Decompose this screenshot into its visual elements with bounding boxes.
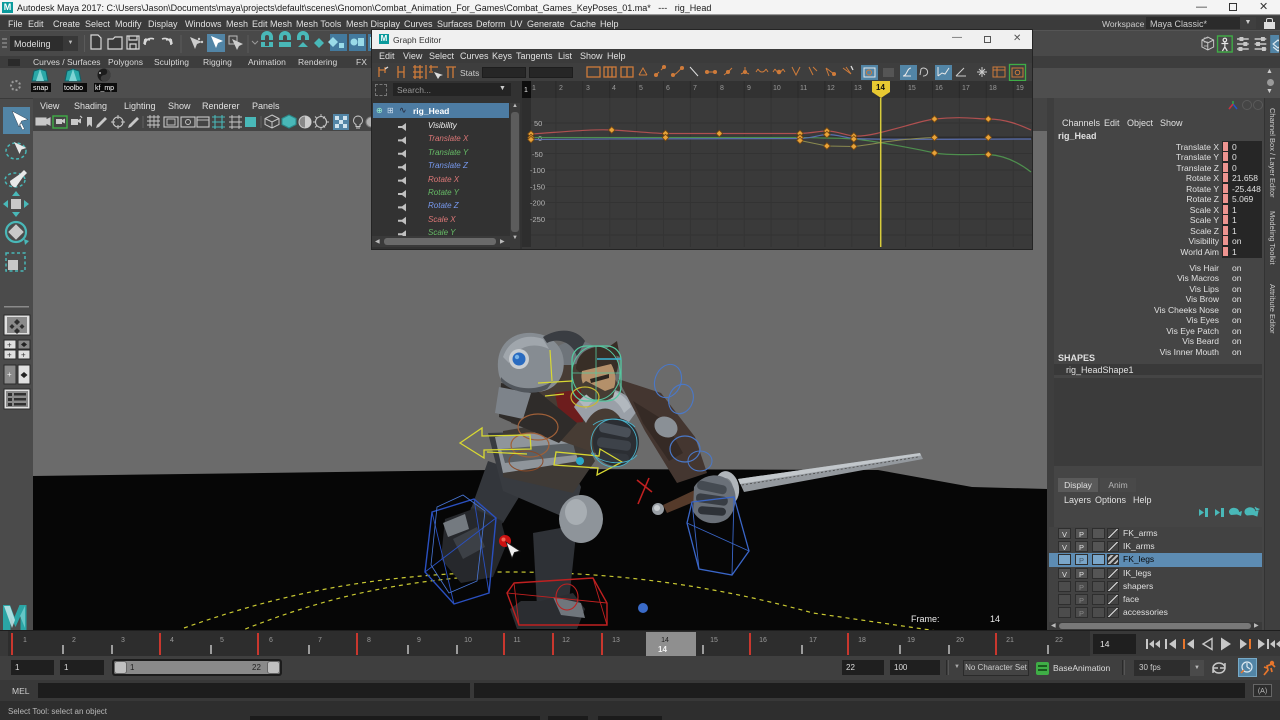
svg-text:7: 7: [693, 85, 697, 92]
svg-text:16: 16: [935, 85, 943, 92]
svg-text:13: 13: [854, 85, 862, 92]
svg-text:2: 2: [559, 85, 563, 92]
svg-text:19: 19: [907, 637, 915, 644]
svg-text:3: 3: [586, 85, 590, 92]
svg-text:14: 14: [876, 83, 885, 92]
svg-text:21: 21: [1006, 637, 1014, 644]
svg-text:20: 20: [956, 637, 964, 644]
svg-text:8: 8: [720, 85, 724, 92]
svg-text:12: 12: [562, 637, 570, 644]
svg-text:8: 8: [367, 637, 371, 644]
svg-text:-50: -50: [532, 150, 543, 159]
svg-text:14: 14: [658, 645, 667, 654]
svg-text:19: 19: [1016, 85, 1024, 92]
svg-text:10: 10: [773, 85, 781, 92]
svg-text:6: 6: [269, 637, 273, 644]
svg-text:snap: snap: [33, 85, 48, 92]
svg-text:0: 0: [538, 134, 542, 143]
svg-text:Frame:: Frame:: [911, 614, 940, 624]
svg-text:4: 4: [170, 637, 174, 644]
svg-text:1: 1: [23, 637, 27, 644]
svg-text:14: 14: [990, 614, 1000, 624]
svg-text:11: 11: [513, 637, 520, 644]
svg-text:kf_mp: kf_mp: [95, 85, 114, 92]
svg-text:toolbo: toolbo: [64, 85, 83, 92]
svg-text:18: 18: [989, 85, 997, 92]
svg-text:9: 9: [747, 85, 751, 92]
svg-text:4: 4: [612, 85, 616, 92]
svg-text:-150: -150: [530, 183, 545, 192]
svg-text:2: 2: [72, 637, 76, 644]
svg-text:11: 11: [800, 85, 807, 92]
svg-text:1: 1: [524, 87, 528, 94]
svg-text:-250: -250: [530, 215, 545, 224]
svg-text:+: +: [7, 341, 12, 350]
svg-text:14: 14: [661, 637, 669, 644]
svg-text:22: 22: [1055, 637, 1063, 644]
svg-text:1: 1: [532, 85, 536, 92]
svg-text:10: 10: [464, 637, 472, 644]
svg-text:14: 14: [1100, 639, 1110, 649]
svg-text:13: 13: [612, 637, 620, 644]
svg-text:-100: -100: [530, 166, 545, 175]
svg-text:15: 15: [710, 637, 718, 644]
svg-text:12: 12: [827, 85, 835, 92]
svg-text:17: 17: [809, 637, 817, 644]
svg-text:+: +: [21, 351, 26, 360]
svg-text:-200: -200: [530, 199, 545, 208]
svg-text:5: 5: [220, 637, 224, 644]
svg-text:17: 17: [962, 85, 970, 92]
svg-text:+: +: [7, 351, 12, 360]
svg-text:18: 18: [858, 637, 866, 644]
svg-text:16: 16: [759, 637, 767, 644]
svg-text:5: 5: [639, 85, 643, 92]
svg-text:6: 6: [666, 85, 670, 92]
svg-text:+: +: [7, 370, 12, 379]
svg-text:3: 3: [121, 637, 125, 644]
svg-text:9: 9: [417, 637, 421, 644]
svg-text:50: 50: [534, 119, 542, 128]
svg-text:7: 7: [318, 637, 322, 644]
svg-text:15: 15: [908, 85, 916, 92]
